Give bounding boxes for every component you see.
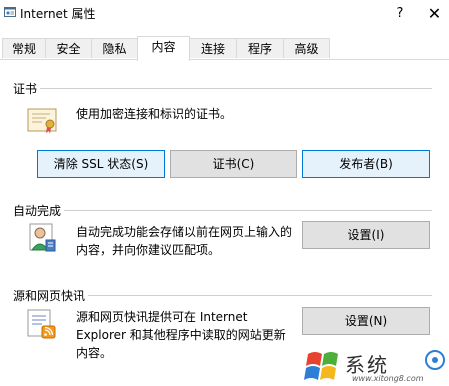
certificates-description: 使用加密连接和标识的证书。 <box>76 107 233 121</box>
autocomplete-divider <box>64 210 432 211</box>
internet-options-icon <box>4 7 16 17</box>
certificates-divider <box>40 88 432 89</box>
feeds-divider <box>88 295 432 296</box>
feeds-description-line-3: 内容。 <box>76 346 113 360</box>
tab-privacy[interactable]: 隐私 <box>91 38 138 58</box>
autocomplete-heading: 自动完成 <box>13 204 62 218</box>
watermark-url: www.xitong8.com <box>352 374 424 383</box>
certificate-icon <box>27 108 57 134</box>
feeds-description-line-2: Explorer 和其他程序中读取的网站更新 <box>76 328 286 342</box>
autocomplete-icon <box>29 223 56 252</box>
tab-security[interactable]: 安全 <box>45 38 92 58</box>
certificates-button[interactable]: 证书(C) <box>170 150 297 178</box>
publishers-button[interactable]: 发布者(B) <box>302 150 430 178</box>
tab-content[interactable]: 内容 <box>137 36 190 61</box>
feeds-heading: 源和网页快讯 <box>13 289 86 303</box>
tab-strip: 常规 安全 隐私 内容 连接 程序 高级 <box>0 36 449 61</box>
autocomplete-description-line-1: 自动完成功能会存储以前在网页上输入的 <box>76 225 293 239</box>
window-title: Internet 属性 <box>20 7 96 21</box>
certificates-heading: 证书 <box>13 82 38 96</box>
feeds-settings-button[interactable]: 设置(N) <box>302 307 430 335</box>
tab-advanced[interactable]: 高级 <box>283 38 330 58</box>
clear-ssl-state-button[interactable]: 清除 SSL 状态(S) <box>37 150 165 178</box>
autocomplete-settings-button[interactable]: 设置(I) <box>302 221 430 249</box>
tab-general[interactable]: 常规 <box>2 38 46 58</box>
feeds-description-line-1: 源和网页快讯提供可在 Internet <box>76 310 248 324</box>
feeds-icon <box>27 309 56 339</box>
help-button[interactable]: ? <box>384 0 416 28</box>
tab-connections[interactable]: 连接 <box>189 38 237 58</box>
autocomplete-description-line-2: 内容，并向你建议匹配项。 <box>76 243 221 257</box>
tab-programs[interactable]: 程序 <box>236 38 284 58</box>
title-bar: Internet 属性 ? ✕ <box>0 0 449 28</box>
close-button[interactable]: ✕ <box>420 0 449 28</box>
